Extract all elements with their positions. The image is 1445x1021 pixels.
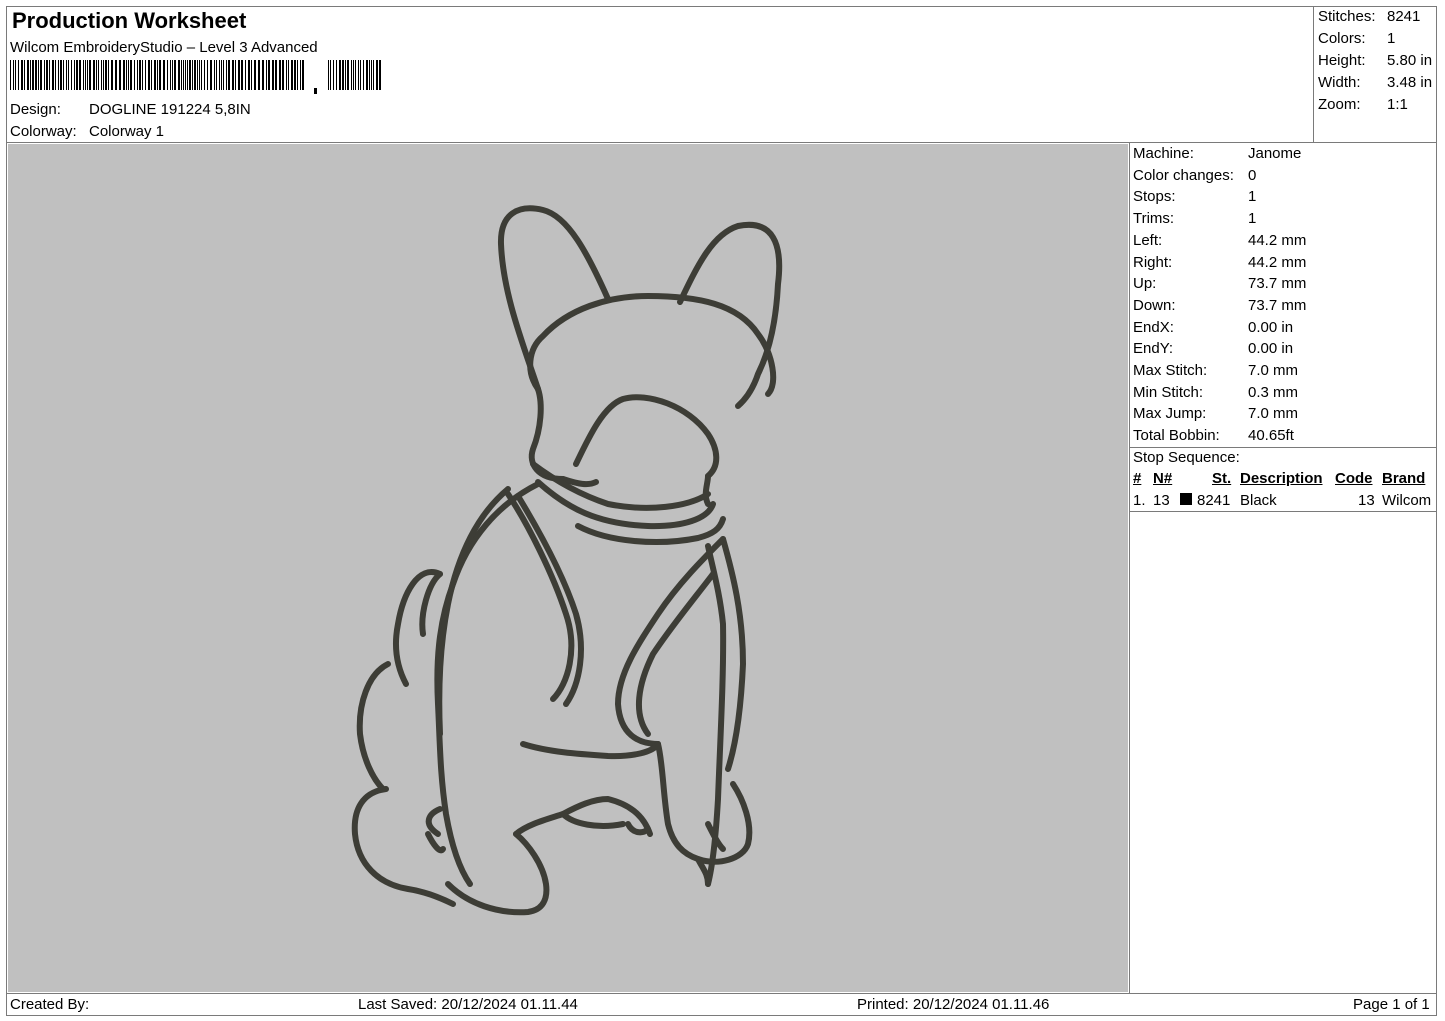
col-description: Description xyxy=(1240,470,1323,487)
property-label: Down: xyxy=(1133,296,1176,314)
property-label: Max Jump: xyxy=(1133,405,1207,423)
property-label: EndX: xyxy=(1133,318,1174,336)
colorway-value: Colorway 1 xyxy=(89,123,165,140)
stop-sequence-title: Stop Sequence: xyxy=(1133,449,1240,466)
property-value: 1 xyxy=(1248,210,1257,228)
summary-label: Zoom: xyxy=(1318,96,1361,113)
property-value: 7.0 mm xyxy=(1248,405,1299,423)
summary-label: Colors: xyxy=(1318,30,1366,47)
col-number: # xyxy=(1133,470,1142,487)
design-label: Design: xyxy=(10,101,61,118)
property-value: 1 xyxy=(1248,188,1257,206)
property-value: 44.2 mm xyxy=(1248,231,1307,249)
row-needle: 13 xyxy=(1153,492,1170,509)
property-value: 0.00 in xyxy=(1248,340,1294,358)
software-name: Wilcom EmbroideryStudio – Level 3 Advanc… xyxy=(10,39,318,56)
barcode xyxy=(10,60,381,94)
row-stitches: 8241 xyxy=(1197,492,1231,509)
summary-value: 3.48 in xyxy=(1387,74,1433,91)
property-label: Min Stitch: xyxy=(1133,383,1204,401)
summary-value: 8241 xyxy=(1387,8,1421,25)
property-label: Total Bobbin: xyxy=(1133,427,1220,445)
row-code: 13 xyxy=(1358,492,1375,509)
summary-value: 5.80 in xyxy=(1387,52,1433,69)
property-label: Right: xyxy=(1133,253,1173,271)
property-label: Max Stitch: xyxy=(1133,362,1208,379)
property-value: 7.0 mm xyxy=(1248,362,1299,379)
property-value: 0.3 mm xyxy=(1248,383,1299,401)
col-stitches: St. xyxy=(1212,470,1232,487)
row-description: Black xyxy=(1240,492,1277,509)
property-value: Janome xyxy=(1248,145,1302,162)
summary-label: Width: xyxy=(1318,74,1361,91)
summary-value: 1 xyxy=(1387,30,1396,47)
col-brand: Brand xyxy=(1382,470,1426,487)
property-label: Up: xyxy=(1133,275,1157,293)
property-label: Trims: xyxy=(1133,210,1175,228)
property-value: 73.7 mm xyxy=(1248,275,1307,293)
last-saved: Last Saved: 20/12/2024 01.11.44 xyxy=(358,996,578,1013)
created-by: Created By: xyxy=(10,996,90,1013)
property-label: Stops: xyxy=(1133,188,1176,206)
col-code: Code xyxy=(1335,470,1373,487)
property-value: 73.7 mm xyxy=(1248,296,1307,314)
colorway-label: Colorway: xyxy=(10,123,77,140)
worksheet-title: Production Worksheet xyxy=(12,8,247,33)
property-label: EndY: xyxy=(1133,340,1174,358)
color-swatch xyxy=(1180,493,1192,505)
property-label: Left: xyxy=(1133,231,1163,249)
design-preview xyxy=(8,144,1128,992)
property-value: 0.00 in xyxy=(1248,318,1294,336)
col-needle: N# xyxy=(1153,470,1173,487)
property-value: 0 xyxy=(1248,166,1257,184)
row-number: 1. xyxy=(1133,492,1146,509)
summary-label: Stitches: xyxy=(1318,8,1376,25)
property-value: 40.65ft xyxy=(1248,427,1294,445)
property-value: 44.2 mm xyxy=(1248,253,1307,271)
printed-date: Printed: 20/12/2024 01.11.46 xyxy=(857,996,1050,1013)
page-number: Page 1 of 1 xyxy=(1353,996,1430,1013)
design-value: DOGLINE 191224 5,8IN xyxy=(89,101,251,118)
dog-embroidery-outline xyxy=(351,205,783,916)
row-brand: Wilcom xyxy=(1382,492,1432,509)
summary-value: 1:1 xyxy=(1387,96,1408,113)
summary-label: Height: xyxy=(1318,52,1366,69)
property-label: Machine: xyxy=(1133,145,1194,162)
property-label: Color changes: xyxy=(1133,166,1234,184)
